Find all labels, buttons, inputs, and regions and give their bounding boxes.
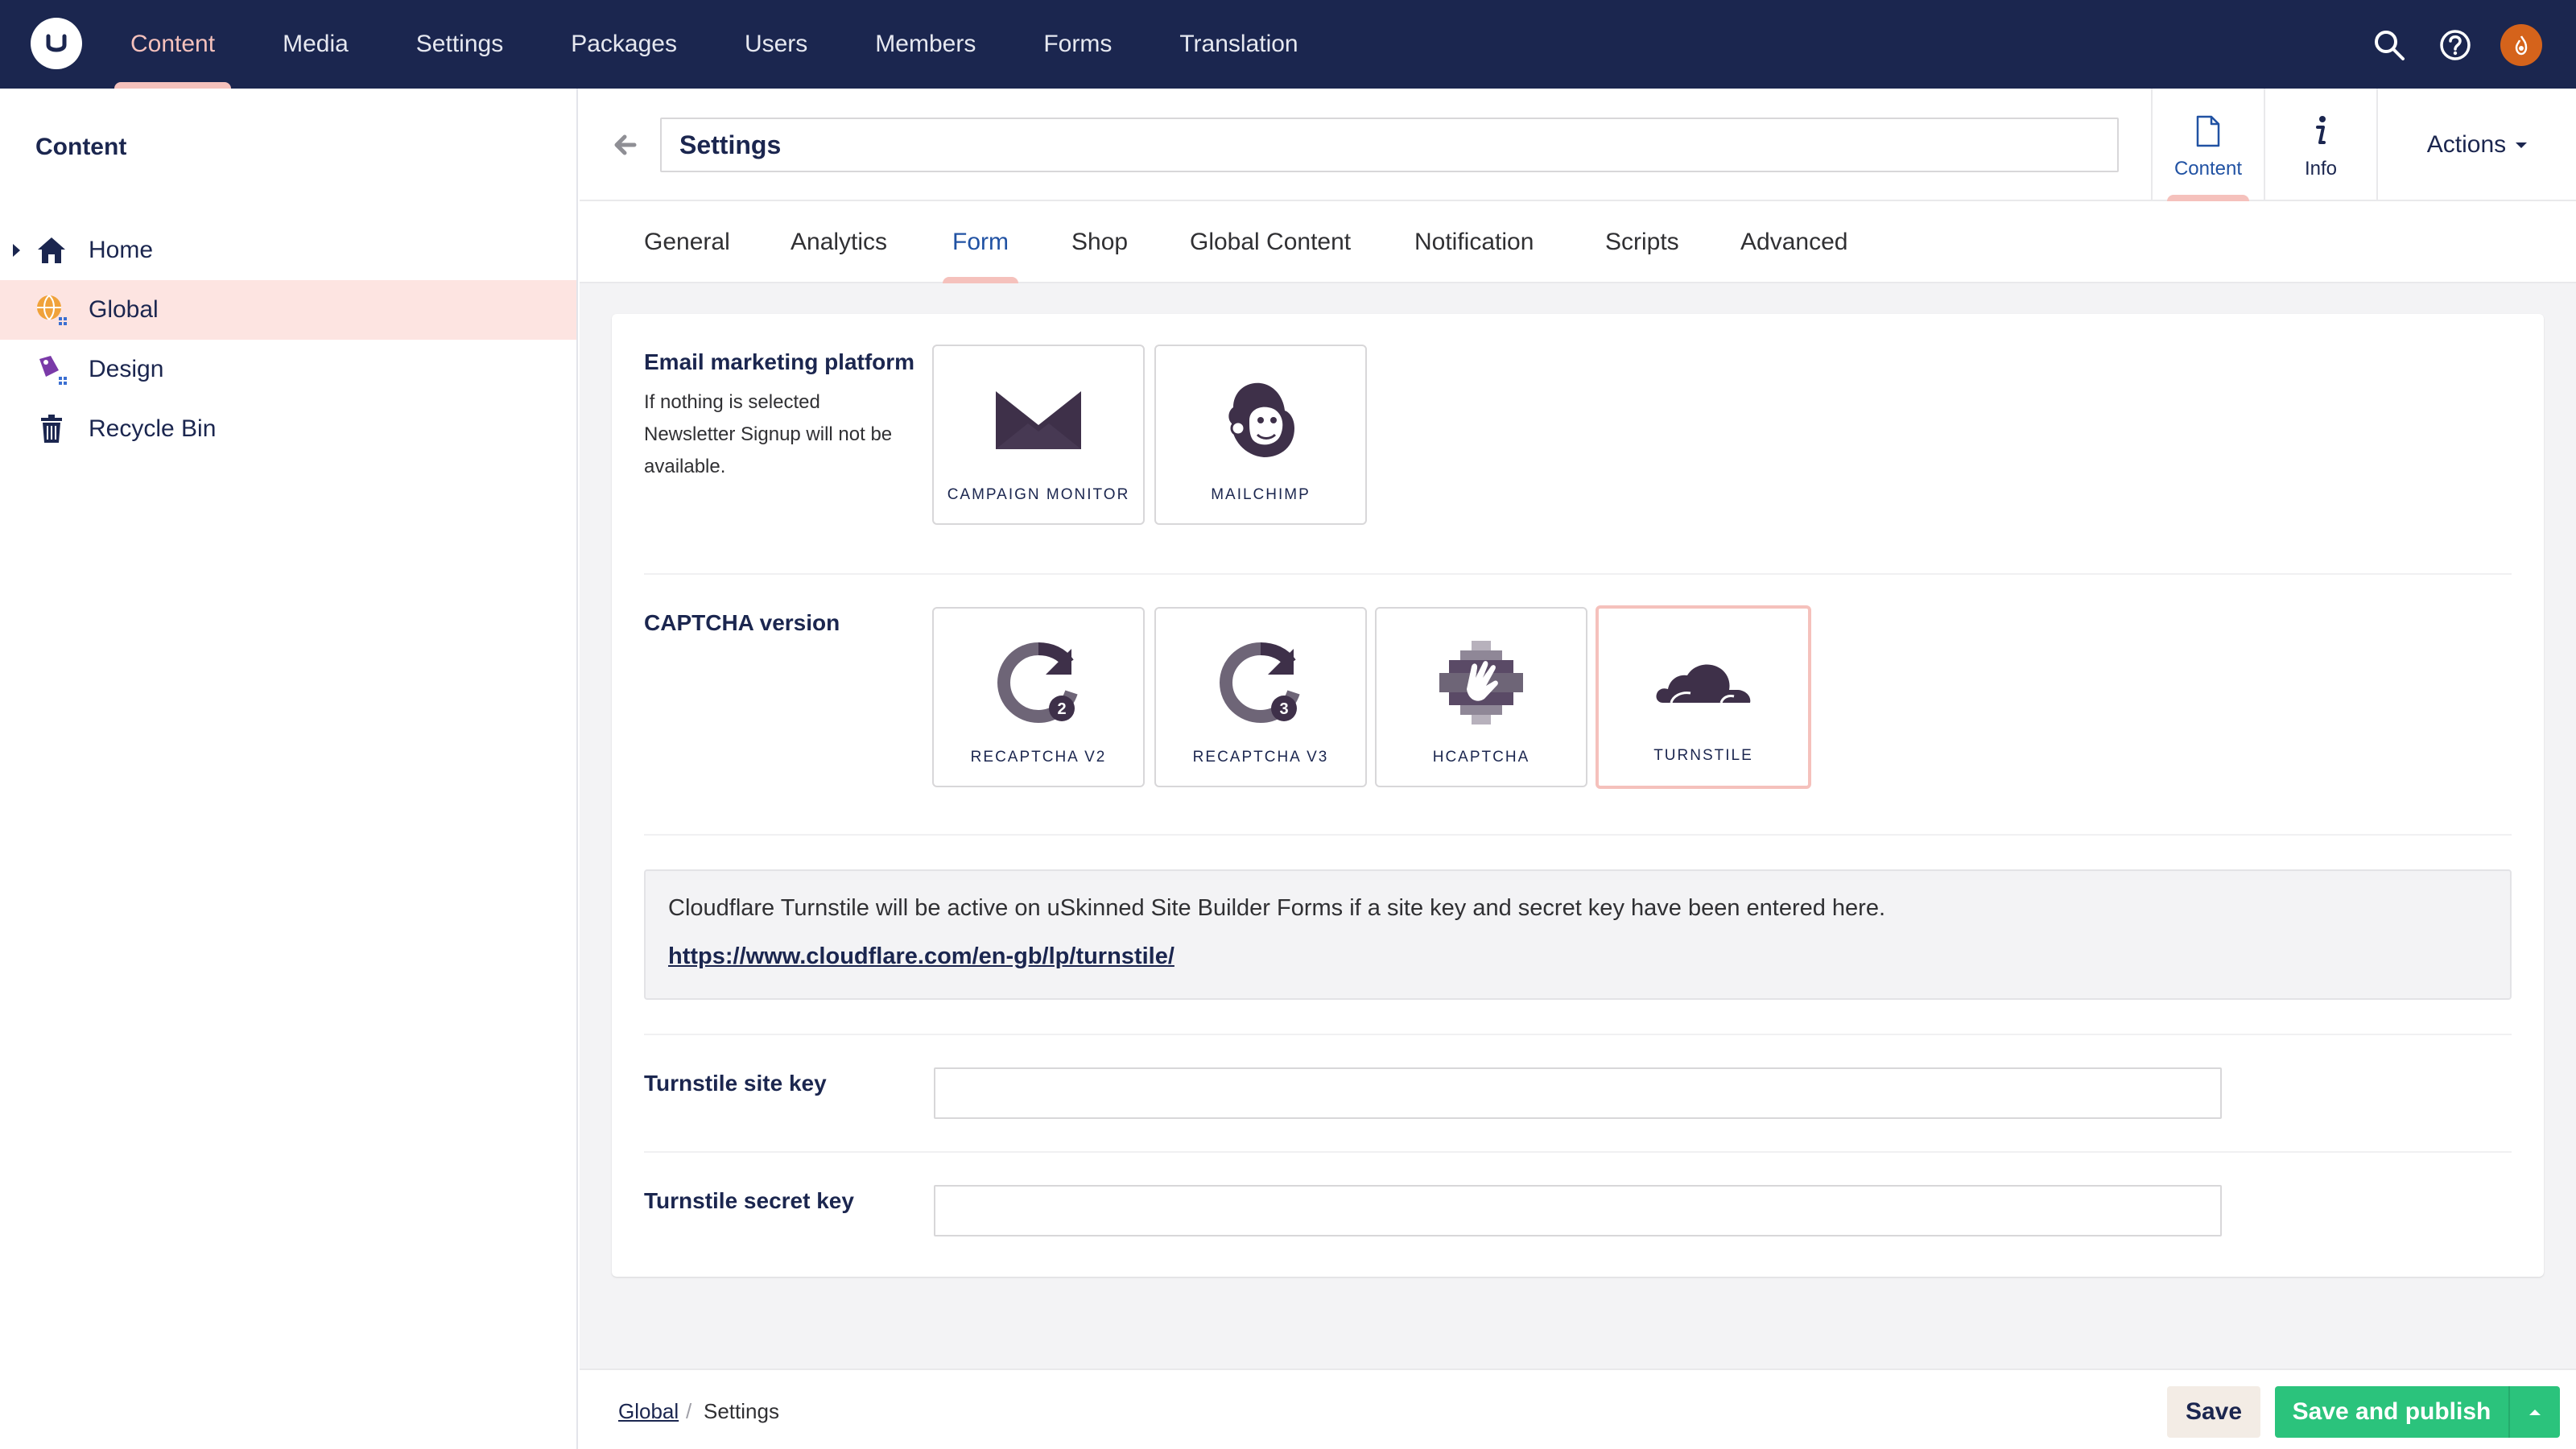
option-label: MAILCHIMP [1211, 486, 1311, 503]
divider [644, 834, 2512, 836]
help-icon[interactable] [2433, 23, 2478, 68]
header-tools [2346, 23, 2544, 68]
secret-key-input[interactable] [934, 1185, 2222, 1236]
option-label: RECAPTCHA V3 [1192, 749, 1329, 766]
app-label: Info [2304, 158, 2338, 180]
avatar [2500, 24, 2542, 66]
user-avatar[interactable] [2499, 23, 2544, 68]
breadcrumb-settings: Settings [704, 1399, 779, 1423]
recaptcha-v2-icon: 2 [934, 642, 1143, 723]
site-key-label: Turnstile site key [644, 1071, 827, 1096]
publish-options-button[interactable] [2508, 1386, 2560, 1438]
campaign-monitor-option[interactable]: CAMPAIGN MONITOR [932, 345, 1145, 525]
trash-icon [34, 411, 69, 447]
sidebar-title: Content [35, 134, 127, 160]
content-tree-sidebar: Content Home Global Design Recycle Bin [0, 89, 578, 1449]
tree-item-label: Global [89, 296, 159, 323]
editor-header: Content Info Actions [580, 89, 2576, 201]
nav-media[interactable]: Media [263, 0, 368, 89]
turnstile-option[interactable]: TURNSTILE [1596, 605, 1811, 789]
tree-item-home[interactable]: Home [0, 221, 576, 280]
actions-button[interactable]: Actions [2376, 89, 2576, 201]
info-app-button[interactable]: Info [2264, 89, 2376, 201]
hcaptcha-icon [1377, 641, 1586, 724]
divider [644, 1151, 2512, 1153]
breadcrumb-separator: / [686, 1399, 692, 1423]
option-label: CAMPAIGN MONITOR [947, 486, 1130, 503]
captcha-version-label: CAPTCHA version [644, 610, 840, 635]
document-icon [2196, 109, 2220, 153]
tab-global-content[interactable]: Global Content [1190, 201, 1351, 283]
nav-translation[interactable]: Translation [1160, 0, 1317, 89]
tab-analytics[interactable]: Analytics [791, 201, 887, 283]
divider [644, 1034, 2512, 1035]
umbraco-logo[interactable] [31, 18, 82, 69]
main-navigation: Content Media Settings Packages Users Me… [111, 0, 1347, 89]
tree-item-label: Recycle Bin [89, 415, 217, 442]
globe-icon [34, 292, 69, 328]
email-platform-description: If nothing is selected Newsletter Signup… [644, 391, 893, 477]
mailchimp-icon [1156, 380, 1365, 460]
mailchimp-option[interactable]: MAILCHIMP [1154, 345, 1367, 525]
cloudflare-cloud-icon [1599, 641, 1808, 721]
expand-caret-icon[interactable] [13, 244, 20, 257]
save-button[interactable]: Save [2167, 1386, 2260, 1438]
recaptcha-v3-icon: 3 [1156, 642, 1365, 723]
breadcrumb-global[interactable]: Global [618, 1399, 679, 1424]
content-tree: Home Global Design Recycle Bin [0, 221, 576, 459]
palette-icon [34, 352, 69, 387]
turnstile-link[interactable]: https://www.cloudflare.com/en-gb/lp/turn… [668, 943, 1174, 970]
info-icon [2313, 109, 2329, 153]
svg-text:2: 2 [1057, 700, 1066, 718]
tab-form[interactable]: Form [943, 201, 1018, 283]
chevron-down-icon [2516, 142, 2528, 148]
option-label: HCAPTCHA [1432, 749, 1530, 766]
divider [644, 573, 2512, 575]
tree-item-global[interactable]: Global [0, 280, 576, 340]
secret-key-label: Turnstile secret key [644, 1188, 854, 1213]
option-label: TURNSTILE [1653, 747, 1753, 764]
hcaptcha-option[interactable]: HCAPTCHA [1375, 607, 1587, 787]
app-label: Content [2174, 158, 2243, 180]
recaptcha-v3-option[interactable]: 3 RECAPTCHA V3 [1154, 607, 1367, 787]
tab-notification[interactable]: Notification [1414, 201, 1534, 283]
back-arrow-icon[interactable] [610, 130, 639, 159]
tab-general[interactable]: General [644, 201, 730, 283]
campaign-monitor-icon [934, 380, 1143, 460]
tree-item-design[interactable]: Design [0, 340, 576, 399]
nav-members[interactable]: Members [856, 0, 995, 89]
tree-item-label: Home [89, 237, 154, 263]
tree-item-label: Design [89, 356, 164, 382]
top-header: Content Media Settings Packages Users Me… [0, 0, 2576, 89]
option-label: RECAPTCHA V2 [970, 749, 1107, 766]
editor-footer: Global / Settings Save Save and publish [580, 1368, 2576, 1449]
save-and-publish-button[interactable]: Save and publish [2275, 1386, 2508, 1438]
turnstile-info-box: Cloudflare Turnstile will be active on u… [644, 869, 2512, 1000]
info-text: Cloudflare Turnstile will be active on u… [668, 895, 1886, 921]
chevron-up-icon [2529, 1409, 2541, 1415]
search-icon[interactable] [2367, 23, 2412, 68]
site-key-input[interactable] [934, 1067, 2222, 1119]
tree-item-recycle-bin[interactable]: Recycle Bin [0, 399, 576, 459]
property-tabs: General Analytics Form Shop Global Conte… [580, 201, 2576, 283]
nav-forms[interactable]: Forms [1024, 0, 1131, 89]
tab-scripts[interactable]: Scripts [1605, 201, 1679, 283]
actions-label: Actions [2426, 131, 2507, 158]
email-platform-label: Email marketing platform [644, 349, 915, 374]
tab-shop[interactable]: Shop [1071, 201, 1128, 283]
tab-advanced[interactable]: Advanced [1740, 201, 1847, 283]
nav-content[interactable]: Content [111, 0, 234, 89]
home-icon [34, 233, 69, 268]
nav-users[interactable]: Users [725, 0, 827, 89]
recaptcha-v2-option[interactable]: 2 RECAPTCHA V2 [932, 607, 1145, 787]
nav-packages[interactable]: Packages [551, 0, 696, 89]
svg-text:3: 3 [1279, 700, 1288, 718]
content-app-button[interactable]: Content [2151, 89, 2264, 201]
node-name-input[interactable] [660, 118, 2119, 172]
nav-settings[interactable]: Settings [397, 0, 522, 89]
